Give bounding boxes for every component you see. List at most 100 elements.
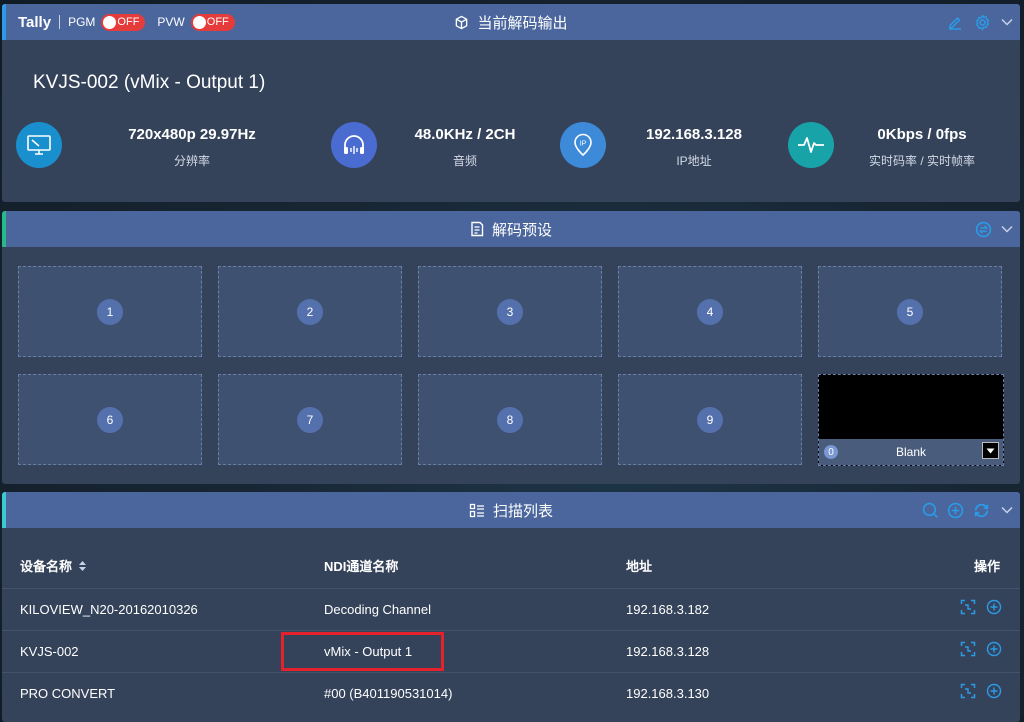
bitrate-value: 0Kbps / 0fps xyxy=(877,126,967,143)
pvw-toggle-state: OFF xyxy=(206,16,229,28)
list-icon xyxy=(469,503,485,518)
scan-frame-icon[interactable] xyxy=(960,641,976,657)
preset-slot[interactable]: 2 xyxy=(218,266,402,357)
channel-cell: #00 (B401190531014) xyxy=(324,686,453,701)
preset-slot[interactable]: 3 xyxy=(418,266,602,357)
device-name-cell: KILOVIEW_N20-20162010326 xyxy=(20,602,198,617)
address-cell: 192.168.3.130 xyxy=(626,686,710,701)
scan-list-title: 扫描列表 xyxy=(492,502,553,520)
ip-value: 192.168.3.128 xyxy=(646,126,742,143)
preset-slot[interactable]: 1 xyxy=(18,266,202,357)
switch-icon[interactable] xyxy=(974,220,992,238)
chevron-down-icon[interactable] xyxy=(1000,222,1014,236)
add-circle-icon[interactable] xyxy=(986,683,1002,699)
preset-number: 5 xyxy=(897,298,923,325)
pgm-toggle-state: OFF xyxy=(117,16,140,28)
column-ndi-channel: NDI通道名称 xyxy=(324,559,399,574)
resolution-label: 分辨率 xyxy=(173,154,210,168)
cube-icon xyxy=(454,15,469,30)
scan-list-panel: 扫描列表 设备名称 NDI通道名称 地址 操作 KILOVIEW_N20-201… xyxy=(2,492,1020,722)
tally-bar: Tally PGM OFF PVW OFF xyxy=(18,4,235,40)
decode-output-title: 当前解码输出 xyxy=(477,14,568,32)
pvw-toggle[interactable]: OFF xyxy=(190,13,235,31)
preset-slot[interactable]: 5 xyxy=(818,266,1002,357)
preset-number: 8 xyxy=(497,406,523,433)
search-icon[interactable] xyxy=(921,501,939,519)
row-actions xyxy=(960,641,1002,657)
column-actions: 操作 xyxy=(973,559,1000,574)
address-cell: 192.168.3.182 xyxy=(626,602,710,617)
refresh-icon[interactable] xyxy=(972,501,990,519)
add-circle-icon[interactable] xyxy=(986,599,1002,615)
stat-audio: 48.0KHz / 2CH 音频 xyxy=(331,122,515,168)
stat-bitrate: 0Kbps / 0fps 实时码率 / 实时帧率 xyxy=(788,122,975,168)
tally-divider xyxy=(59,15,61,29)
table-row: KILOVIEW_N20-20162010326 Decoding Channe… xyxy=(2,588,1020,630)
sort-icon[interactable] xyxy=(78,560,87,572)
presets-header: 解码预设 xyxy=(2,211,1020,247)
channel-cell: Decoding Channel xyxy=(324,602,431,617)
pvw-label: PVW xyxy=(157,15,185,29)
preset-slot[interactable]: 6 xyxy=(18,374,202,465)
add-circle-icon[interactable] xyxy=(946,501,964,519)
stat-ip: IP 192.168.3.128 IP地址 xyxy=(560,122,742,168)
preset-number: 1 xyxy=(97,298,123,325)
chevron-down-icon[interactable] xyxy=(1000,503,1014,517)
stat-resolution: 720x480p 29.97Hz 分辨率 xyxy=(16,122,256,168)
preset-number: 7 xyxy=(297,406,323,433)
tally-label: Tally xyxy=(18,13,52,31)
audio-value: 48.0KHz / 2CH xyxy=(414,126,516,143)
preset-number: 6 xyxy=(97,406,123,433)
column-address: 地址 xyxy=(626,559,653,574)
preset-slot[interactable]: 7 xyxy=(218,374,402,465)
table-row: KVJS-002 vMix - Output 1 192.168.3.128 xyxy=(2,630,1020,672)
preset-number: 4 xyxy=(697,298,723,325)
pgm-toggle-knob xyxy=(103,15,117,29)
preset-slot[interactable]: 9 xyxy=(618,374,802,465)
stat-audio-text: 48.0KHz / 2CH 音频 xyxy=(365,122,565,169)
presets-title: 解码预设 xyxy=(491,221,552,239)
blank-preset-bar: 0 Blank xyxy=(819,439,1003,465)
preset-number: 2 xyxy=(297,298,323,325)
row-actions xyxy=(960,683,1002,699)
chevron-down-icon[interactable] xyxy=(1000,15,1014,29)
column-device-name[interactable]: 设备名称 xyxy=(20,556,87,575)
gear-icon[interactable] xyxy=(973,13,991,31)
pvw-toggle-knob xyxy=(192,15,206,29)
decode-output-panel: Tally PGM OFF PVW OFF 当前解码输出 KVJS-002 (v… xyxy=(2,4,1020,202)
pgm-toggle[interactable]: OFF xyxy=(101,13,146,31)
scan-list-header: 扫描列表 xyxy=(2,492,1020,528)
blank-preset[interactable]: 0 Blank xyxy=(818,374,1004,466)
preset-number: 9 xyxy=(697,406,723,433)
dropdown-icon[interactable] xyxy=(982,442,999,459)
preset-slot[interactable]: 4 xyxy=(618,266,802,357)
device-name-cell: KVJS-002 xyxy=(20,644,79,659)
column-device-label: 设备名称 xyxy=(20,559,73,574)
resolution-value: 720x480p 29.97Hz xyxy=(128,126,256,143)
presets-title-wrap: 解码预设 xyxy=(2,211,1020,247)
preset-slot[interactable]: 8 xyxy=(418,374,602,465)
audio-label: 音频 xyxy=(452,154,477,168)
pgm-label: PGM xyxy=(68,15,96,29)
device-name-cell: PRO CONVERT xyxy=(20,686,116,701)
edit-icon[interactable] xyxy=(946,13,964,31)
decode-output-header: Tally PGM OFF PVW OFF 当前解码输出 xyxy=(2,4,1020,40)
address-cell: 192.168.3.128 xyxy=(626,644,710,659)
add-circle-icon[interactable] xyxy=(986,641,1002,657)
stat-ip-text: 192.168.3.128 IP地址 xyxy=(594,122,794,169)
bitrate-label: 实时码率 / 实时帧率 xyxy=(868,154,975,168)
current-device-name: KVJS-002 (vMix - Output 1) xyxy=(33,72,266,93)
scan-list-title-wrap: 扫描列表 xyxy=(2,492,1020,528)
table-row: PRO CONVERT #00 (B401190531014) 192.168.… xyxy=(2,672,1020,714)
row-actions xyxy=(960,599,1002,615)
scan-frame-icon[interactable] xyxy=(960,683,976,699)
stat-bitrate-text: 0Kbps / 0fps 实时码率 / 实时帧率 xyxy=(822,122,1022,169)
svg-text:IP: IP xyxy=(580,141,587,148)
blank-preset-label: Blank xyxy=(895,445,927,459)
monitor-icon xyxy=(16,122,62,168)
preset-number: 3 xyxy=(497,298,523,325)
scan-frame-icon[interactable] xyxy=(960,599,976,615)
ip-label: IP地址 xyxy=(676,154,712,168)
document-icon xyxy=(470,221,484,237)
stat-resolution-text: 720x480p 29.97Hz 分辨率 xyxy=(92,122,292,169)
